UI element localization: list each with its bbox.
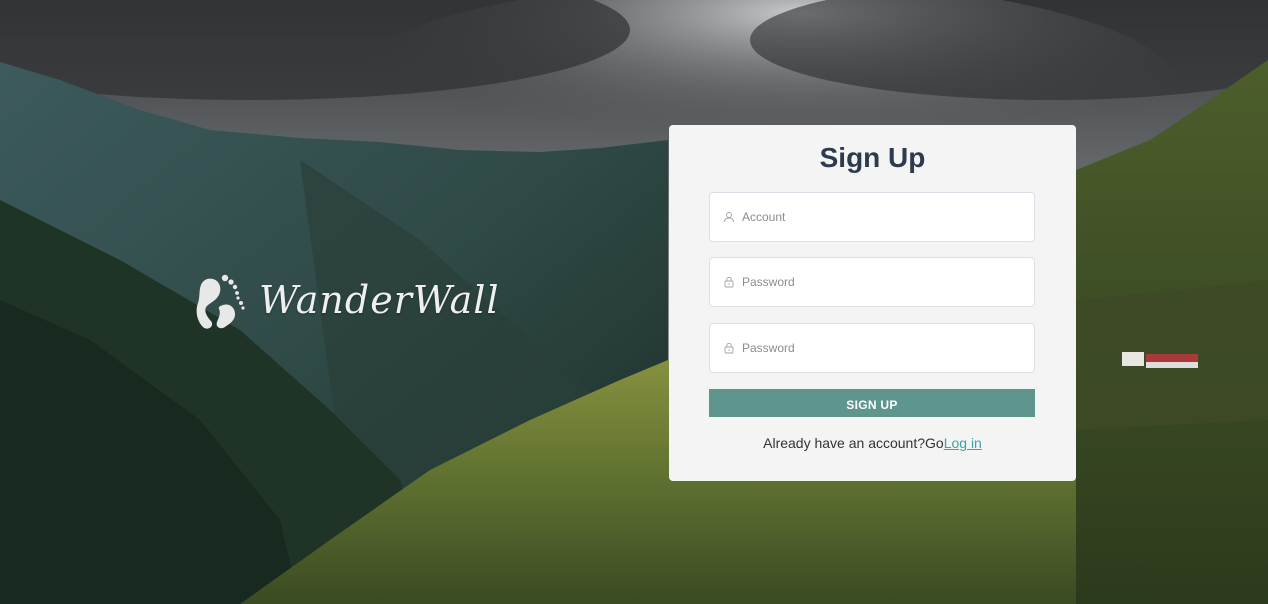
password-field[interactable] [709, 257, 1035, 307]
account-field[interactable] [709, 192, 1035, 242]
lock-icon [724, 342, 734, 354]
confirm-password-input[interactable] [742, 341, 1022, 355]
signup-card: Sign Up SIGN UP Already have an account?… [669, 125, 1076, 481]
brand-logo: WanderWall [195, 268, 500, 332]
lock-icon [724, 276, 734, 288]
password-input[interactable] [742, 275, 1022, 289]
user-icon [724, 212, 734, 223]
brand-name: WanderWall [259, 278, 500, 322]
login-prompt: Already have an account?GoLog in [669, 435, 1076, 451]
sign-up-button[interactable]: SIGN UP [709, 389, 1035, 417]
page-title: Sign Up [819, 142, 926, 173]
confirm-password-field[interactable] [709, 323, 1035, 373]
background-landscape [0, 0, 1268, 604]
login-link[interactable]: Log in [944, 435, 982, 451]
footprint-icon [196, 274, 245, 329]
login-prompt-text: Already have an account?Go [763, 435, 944, 451]
account-input[interactable] [742, 210, 1022, 224]
